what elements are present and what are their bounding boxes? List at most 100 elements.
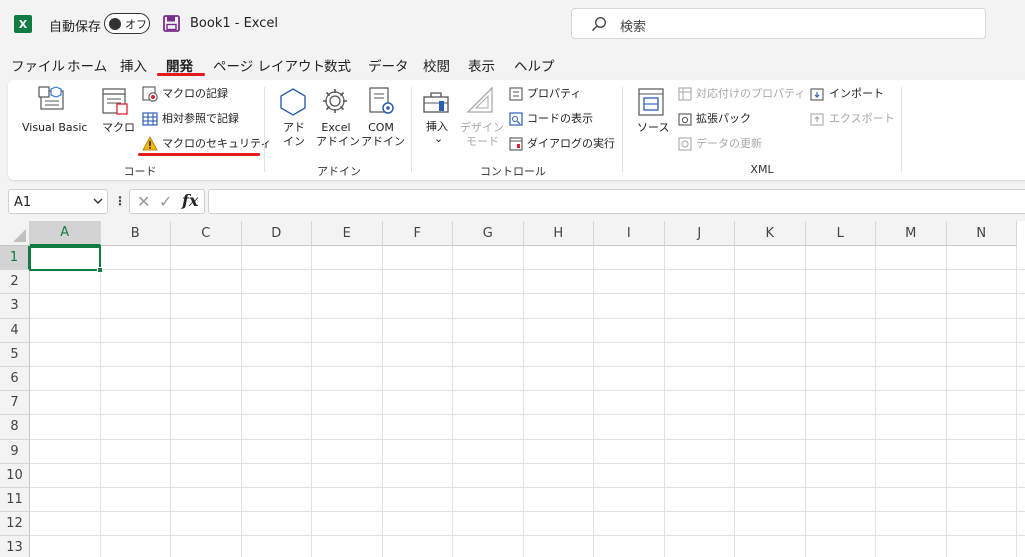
- com-addins-label-1[interactable]: COM: [363, 121, 399, 135]
- column-header-m[interactable]: M: [876, 221, 947, 246]
- column-header-i[interactable]: I: [594, 221, 665, 246]
- column-header-f[interactable]: F: [382, 221, 453, 246]
- macro-icon: [102, 88, 128, 115]
- column-header-n[interactable]: N: [946, 221, 1017, 246]
- refresh-data-button[interactable]: データの更新: [696, 137, 762, 151]
- annotation-underline-macro-security: [138, 153, 260, 156]
- row-header-10[interactable]: 10: [0, 463, 30, 488]
- tab-help[interactable]: ヘルプ: [514, 55, 555, 75]
- design-mode-label-1[interactable]: デザイン: [460, 121, 504, 135]
- tab-view[interactable]: 表示: [468, 55, 495, 75]
- export-button[interactable]: エクスポート: [829, 112, 895, 126]
- xml-source-icon: [638, 88, 664, 116]
- map-properties-icon: [678, 87, 692, 101]
- addins-group-title: アドイン: [317, 165, 361, 178]
- column-header-b[interactable]: B: [100, 221, 171, 246]
- tab-data[interactable]: データ: [368, 55, 409, 75]
- record-macro-button[interactable]: マクロの記録: [162, 87, 228, 101]
- run-dialog-button[interactable]: ダイアログの実行: [527, 137, 615, 151]
- row-header-11[interactable]: 11: [0, 488, 30, 513]
- design-mode-label-2[interactable]: モード: [466, 135, 499, 149]
- search-placeholder: 検索: [620, 20, 647, 35]
- row-header-9[interactable]: 9: [0, 439, 30, 464]
- tab-page-layout[interactable]: ページ レイアウト: [213, 55, 325, 75]
- gridline-horizontal: [30, 487, 1025, 488]
- search-input[interactable]: 検索: [571, 8, 986, 39]
- expansion-packs-button[interactable]: 拡張パック: [696, 112, 751, 126]
- tab-insert[interactable]: 挿入: [120, 55, 147, 75]
- chevron-down-icon: ⌄: [434, 132, 444, 145]
- column-header-e[interactable]: E: [312, 221, 383, 246]
- row-header-7[interactable]: 7: [0, 391, 30, 416]
- macro-button[interactable]: マクロ: [102, 121, 135, 135]
- active-cell-a1[interactable]: [29, 246, 103, 273]
- group-separator: [411, 87, 412, 172]
- formula-bar: A1 ⋮ ✕ ✓ fx: [0, 186, 1025, 216]
- column-header-h[interactable]: H: [523, 221, 594, 246]
- column-header-c[interactable]: C: [171, 221, 242, 246]
- name-box[interactable]: A1: [8, 189, 108, 214]
- gridline-horizontal: [30, 269, 1025, 271]
- row-header-4[interactable]: 4: [0, 318, 30, 343]
- xml-source-button[interactable]: ソース: [637, 121, 669, 135]
- fill-handle[interactable]: [97, 267, 103, 273]
- document-title: Book1 - Excel: [190, 16, 279, 31]
- chevron-down-icon[interactable]: [93, 196, 103, 206]
- enter-check-icon[interactable]: ✓: [159, 192, 172, 211]
- row-header-3[interactable]: 3: [0, 294, 30, 319]
- autosave-label: 自動保存: [49, 20, 102, 35]
- map-properties-button[interactable]: 対応付けのプロパティ: [696, 87, 805, 101]
- refresh-data-icon: [678, 137, 692, 151]
- excel-addins-label-2[interactable]: アドイン: [316, 135, 360, 149]
- gridline-horizontal: [30, 535, 1025, 537]
- tab-formulas[interactable]: 数式: [324, 55, 351, 75]
- tab-developer[interactable]: 開発: [166, 55, 193, 75]
- row-header-2[interactable]: 2: [0, 270, 30, 295]
- select-all-corner[interactable]: [0, 221, 30, 246]
- formula-input[interactable]: [208, 189, 1025, 214]
- tab-file[interactable]: ファイル: [11, 55, 65, 75]
- row-header-1[interactable]: 1: [0, 246, 30, 271]
- relative-references-button[interactable]: 相対参照で記録: [162, 112, 239, 126]
- formula-bar-dots-icon[interactable]: ⋮: [114, 194, 126, 208]
- properties-icon: [509, 87, 523, 101]
- addins-button-label-2[interactable]: イン: [283, 135, 305, 149]
- row-header-5[interactable]: 5: [0, 342, 30, 367]
- row-header-13[interactable]: 13: [0, 536, 30, 557]
- search-icon: [592, 17, 606, 31]
- insert-function-icon[interactable]: fx: [182, 191, 198, 210]
- annotation-underline-developer: [157, 73, 205, 76]
- save-icon[interactable]: [163, 15, 180, 32]
- column-header-k[interactable]: K: [735, 221, 806, 246]
- gridline-horizontal: [30, 511, 1025, 513]
- insert-controls-toolbox-icon: [423, 92, 449, 113]
- properties-button[interactable]: プロパティ: [527, 87, 581, 101]
- row-header-6[interactable]: 6: [0, 367, 30, 392]
- row-header-12[interactable]: 12: [0, 512, 30, 537]
- worksheet-grid[interactable]: ABCDEFGHIJKLMN 1 2 3 4 5 6 7 8 9 10 11 12 13: [0, 221, 1025, 557]
- column-header-g[interactable]: G: [453, 221, 524, 246]
- view-code-icon: [509, 112, 523, 126]
- addins-button-label-1[interactable]: アド: [283, 121, 305, 135]
- column-header-l[interactable]: L: [805, 221, 876, 246]
- com-addins-label-2[interactable]: アドイン: [361, 135, 405, 149]
- macro-security-button[interactable]: マクロのセキュリティ: [162, 137, 271, 151]
- controls-group-title: コントロール: [480, 165, 546, 178]
- column-header-j[interactable]: J: [664, 221, 735, 246]
- cancel-icon[interactable]: ✕: [137, 192, 150, 211]
- tab-review[interactable]: 校閲: [423, 55, 450, 75]
- import-button[interactable]: インポート: [829, 87, 884, 101]
- excel-logo-icon: X: [14, 15, 32, 33]
- gridline-horizontal: [30, 341, 1025, 343]
- excel-addins-label-1[interactable]: Excel: [318, 121, 354, 135]
- design-mode-ruler-icon: [466, 86, 493, 113]
- column-header-d[interactable]: D: [241, 221, 312, 246]
- tab-home[interactable]: ホーム: [67, 55, 107, 75]
- visual-basic-button[interactable]: Visual Basic: [22, 121, 87, 135]
- column-header-a[interactable]: A: [30, 221, 101, 246]
- toggle-knob: [109, 17, 121, 30]
- gridline-horizontal: [30, 366, 1025, 367]
- view-code-button[interactable]: コードの表示: [527, 112, 593, 126]
- row-header-8[interactable]: 8: [0, 415, 30, 440]
- autosave-toggle[interactable]: オフ: [104, 13, 150, 34]
